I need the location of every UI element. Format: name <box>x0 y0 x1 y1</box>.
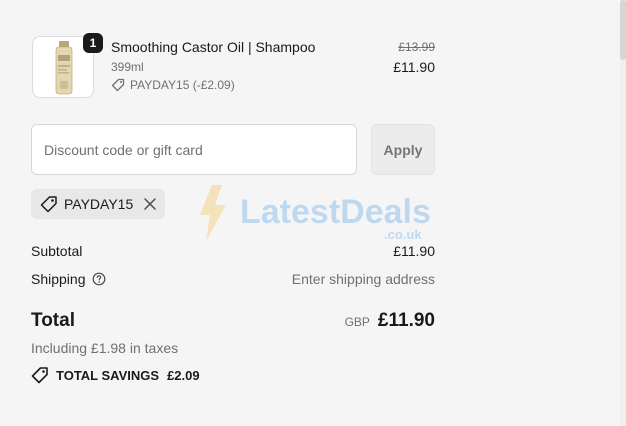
product-discount-text: PAYDAY15 (-£2.09) <box>130 78 235 92</box>
tag-icon <box>111 78 125 92</box>
total-savings: TOTAL SAVINGS £2.09 <box>31 366 200 384</box>
line-price: £11.90 <box>393 59 435 75</box>
help-icon[interactable] <box>92 272 106 286</box>
original-price: £13.99 <box>398 40 435 54</box>
cart-line-item: 1 Smoothing Castor Oil | Shampoo 399ml P… <box>31 33 435 102</box>
discount-code-input[interactable] <box>31 124 357 175</box>
total-amount: £11.90 <box>377 310 435 331</box>
savings-tag-icon <box>31 367 48 384</box>
taxes-note: Including £1.98 in taxes <box>31 340 179 356</box>
total-amount-group: GBP £11.90 <box>345 310 435 332</box>
product-thumbnail: 1 <box>32 33 103 98</box>
apply-button[interactable]: Apply <box>371 124 435 175</box>
shampoo-bottle-icon <box>55 41 73 95</box>
subtotal-row: Subtotal £11.90 <box>31 243 435 259</box>
tag-icon <box>40 195 58 213</box>
applied-discount-chip: PAYDAY15 <box>31 189 166 219</box>
subtotal-label: Subtotal <box>31 243 83 259</box>
scrollbar-thumb[interactable] <box>620 0 626 60</box>
quantity-badge: 1 <box>83 33 103 53</box>
currency-code: GBP <box>344 315 370 329</box>
shipping-label: Shipping <box>31 271 86 287</box>
remove-discount-icon[interactable] <box>143 197 157 211</box>
product-name: Smoothing Castor Oil | Shampoo <box>111 39 316 55</box>
svg-text:.co.uk: .co.uk <box>384 227 422 242</box>
svg-text:LatestDeals: LatestDeals <box>240 193 431 231</box>
savings-amount: £2.09 <box>167 367 200 383</box>
shipping-value: Enter shipping address <box>291 271 435 287</box>
shipping-row: Shipping Enter shipping address <box>31 271 435 287</box>
scrollbar-track[interactable] <box>620 0 626 426</box>
total-label: Total <box>31 310 75 331</box>
product-discount: PAYDAY15 (-£2.09) <box>111 78 235 92</box>
savings-label: TOTAL SAVINGS <box>56 367 160 383</box>
watermark-logo: LatestDeals .co.uk <box>200 185 431 242</box>
product-variant: 399ml <box>111 60 144 74</box>
subtotal-value: £11.90 <box>393 243 435 259</box>
applied-code-label: PAYDAY15 <box>64 196 134 212</box>
